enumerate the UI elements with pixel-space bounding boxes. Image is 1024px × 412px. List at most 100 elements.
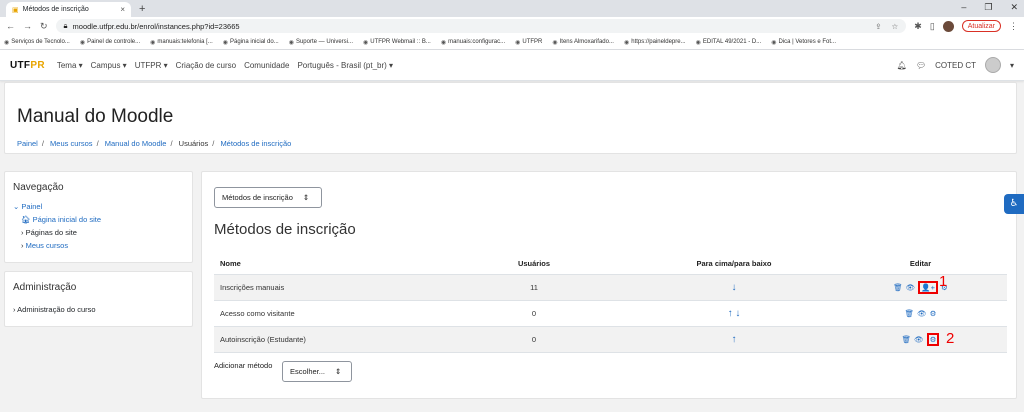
bookmark-favicon-icon: ◉ <box>4 39 10 46</box>
col-edit: Editar <box>834 254 1007 275</box>
nav-my-courses[interactable]: Meus cursos <box>26 241 69 250</box>
minimize-icon[interactable]: – <box>961 2 966 13</box>
bookmark-item[interactable]: ◉ Itens Almoxarifado... <box>552 39 614 46</box>
nav-link[interactable]: Tema ▾ <box>57 61 83 70</box>
select-arrows-icon: ⇕ <box>335 367 342 376</box>
bookmark-item[interactable]: ◉ UTFPR <box>515 39 542 46</box>
navigation-title: Navegação <box>13 182 64 193</box>
accessibility-icon[interactable]: ♿︎ <box>1004 194 1024 214</box>
bookmark-label: Itens Almoxarifado... <box>559 39 614 45</box>
crumb-painel[interactable]: Painel <box>17 139 38 148</box>
move-up-icon[interactable]: ↑ <box>634 326 834 353</box>
col-name: Nome <box>214 254 434 275</box>
bookmark-favicon-icon: ◉ <box>552 39 558 46</box>
new-tab-icon[interactable]: + <box>139 2 145 17</box>
crumb-course[interactable]: Manual do Moodle <box>105 139 167 148</box>
move-up-down-icon[interactable]: ↑ ↓ <box>634 300 834 327</box>
bookmark-item[interactable]: ◉ Painel de controle... <box>80 39 140 46</box>
bell-icon[interactable]: 🔔︎ <box>897 61 907 70</box>
lock-icon: 🔒︎ <box>63 21 68 30</box>
annotation-marker-1: 1 <box>939 273 948 290</box>
bookmark-item[interactable]: ◉ manuais:telefonia [... <box>150 39 213 46</box>
moodle-favicon-icon: ▣ <box>12 6 19 14</box>
browser-tab[interactable]: ▣ Métodos de inscrição × <box>6 2 131 17</box>
main-content: Métodos de inscrição ⇕ Métodos de inscriç… <box>201 171 1017 399</box>
admin-block: Administração › Administração do curso <box>4 271 193 327</box>
bookmark-item[interactable]: ◉ manuais:configurac... <box>441 39 505 46</box>
trash-icon[interactable]: 🗑︎ <box>902 335 912 344</box>
reload-icon[interactable]: ↻ <box>40 21 48 32</box>
method-users: 0 <box>434 326 634 353</box>
menu-icon[interactable]: ⋮ <box>1009 21 1018 32</box>
nav-home[interactable]: Página inicial do site <box>33 215 101 224</box>
extensions-icon[interactable]: ✱ <box>914 21 922 32</box>
chat-icon[interactable]: 💬︎ <box>916 61 926 70</box>
navigation-block: Navegação ⌄ Painel 🏠︎ Página inicial do … <box>4 171 193 263</box>
bookmark-label: UTFPR <box>522 39 543 45</box>
bookmark-label: EDITAL 49/2021 - D... <box>702 39 762 45</box>
update-button[interactable]: Atualizar <box>961 20 1001 32</box>
nav-link[interactable]: Comunidade <box>244 61 289 70</box>
profile-avatar[interactable] <box>942 20 954 32</box>
add-method-select[interactable]: Escolher... ⇕ <box>282 361 352 382</box>
bookmark-item[interactable]: ◉ Suporte — Universi... <box>289 39 353 46</box>
method-name: Acesso como visitante <box>214 300 434 327</box>
bookmark-label: Suporte — Universi... <box>295 39 353 45</box>
home-icon: 🏠︎ <box>21 215 31 224</box>
eye-icon[interactable]: 👁︎ <box>914 335 924 344</box>
star-icon[interactable]: ☆ <box>892 22 899 31</box>
annotation-marker-2: 2 <box>946 330 955 347</box>
url-text: moodle.utfpr.edu.br/enrol/instances.php?… <box>72 21 240 31</box>
add-method-value: Escolher... <box>290 367 326 376</box>
nav-painel[interactable]: Painel <box>21 202 42 211</box>
bookmark-item[interactable]: ◉ https://paineldepre... <box>624 39 686 46</box>
add-method-label: Adicionar método <box>214 361 273 370</box>
nav-link[interactable]: Criação de curso <box>176 61 236 70</box>
url-field[interactable]: 🔒︎ moodle.utfpr.edu.br/enrol/instances.p… <box>55 19 907 33</box>
method-name: Inscrições manuais <box>214 274 434 301</box>
crumb-current[interactable]: Métodos de inscrição <box>220 139 291 148</box>
forward-icon[interactable]: → <box>23 21 32 31</box>
nav-link[interactable]: Campus ▾ <box>91 61 127 70</box>
moodle-navbar: UTFPR Tema ▾ Campus ▾ UTFPR ▾ Criação de cu… <box>0 50 1024 81</box>
select-arrows-icon: ⇕ <box>302 193 310 202</box>
bookmark-favicon-icon: ◉ <box>623 39 630 46</box>
section-heading: Métodos de inscrição <box>214 221 356 238</box>
bookmark-item[interactable]: ◉ Serviços de Tecnolo... <box>4 39 70 46</box>
bookmark-item[interactable]: ◉ UTFPR Webmail :: B... <box>363 39 431 46</box>
sidepanel-icon[interactable]: ▯ <box>930 21 935 32</box>
bookmark-item[interactable]: ◉ EDITAL 49/2021 - D... <box>696 39 762 46</box>
bookmark-item[interactable]: ◉ Página inicial do... <box>223 39 279 46</box>
close-window-icon[interactable]: ✕ <box>1010 2 1018 13</box>
enrol-users-icon[interactable]: 👤+ <box>918 280 939 294</box>
bookmark-favicon-icon: ◉ <box>363 39 369 46</box>
user-name[interactable]: COTED CT <box>935 61 976 70</box>
method-users: 11 <box>434 274 634 301</box>
eye-slash-icon[interactable]: 👁︎ <box>917 309 927 318</box>
bookmark-label: manuais:configurac... <box>448 39 506 45</box>
gear-icon[interactable]: ⚙ <box>930 309 937 318</box>
back-icon[interactable]: ← <box>6 21 15 31</box>
gear-icon[interactable]: ⚙ <box>926 332 940 346</box>
page-select[interactable]: Métodos de inscrição ⇕ <box>214 187 322 208</box>
window-controls: – ❐ ✕ <box>961 2 1018 13</box>
bookmark-favicon-icon: ◉ <box>222 39 229 46</box>
trash-icon[interactable]: 🗑︎ <box>905 309 915 318</box>
close-tab-icon[interactable]: × <box>120 5 125 14</box>
trash-icon[interactable]: 🗑︎ <box>893 283 903 292</box>
restore-icon[interactable]: ❐ <box>984 2 992 13</box>
col-move: Para cima/para baixo <box>634 254 834 275</box>
user-avatar[interactable] <box>984 57 1001 73</box>
bookmark-favicon-icon: ◉ <box>440 39 447 46</box>
bookmark-item[interactable]: ◉ Dica | Vetores e Fot... <box>771 39 836 46</box>
utfpr-logo[interactable]: UTFPR <box>10 60 45 71</box>
nav-pages[interactable]: Páginas do site <box>26 228 77 237</box>
course-admin-link[interactable]: Administração do curso <box>17 305 95 314</box>
nav-link[interactable]: UTFPR ▾ <box>135 61 168 70</box>
share-icon[interactable]: ⇪ <box>875 22 881 31</box>
nav-link[interactable]: Português - Brasil (pt_br) ▾ <box>297 61 393 70</box>
crumb-meus-cursos[interactable]: Meus cursos <box>50 139 93 148</box>
eye-icon[interactable]: 👁︎ <box>906 283 916 292</box>
chevron-down-icon[interactable]: ▾ <box>1010 61 1014 70</box>
move-down-icon[interactable]: ↓ <box>634 274 834 301</box>
